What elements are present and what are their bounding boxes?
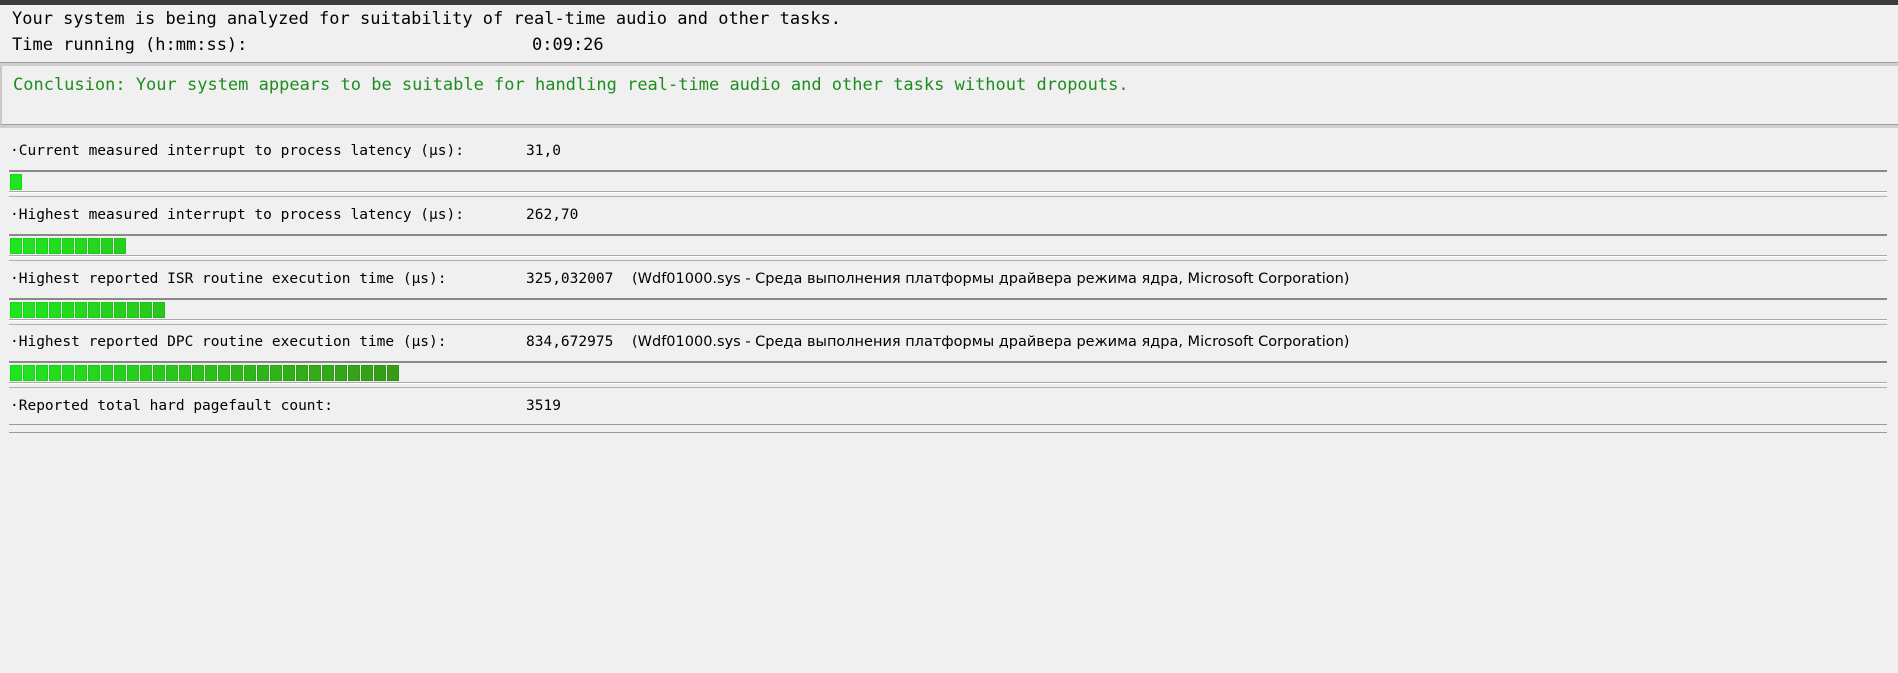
- meter-fill: [10, 174, 23, 190]
- meter-pagefault-count: [9, 424, 1887, 433]
- analysis-status-text: Your system is being analyzed for suitab…: [12, 9, 842, 29]
- meter-segment: [179, 365, 191, 381]
- metric-value-highest-latency: 262,70: [526, 207, 579, 223]
- meter-highest-latency: [9, 234, 1887, 261]
- metric-value-pagefault-count: 3519: [526, 398, 561, 414]
- meter-segment: [75, 238, 87, 254]
- meter-segment: [140, 302, 152, 318]
- meter-segment: [101, 365, 113, 381]
- meter-segment: [49, 238, 61, 254]
- meter-current-latency: [9, 170, 1887, 197]
- meter-fill: [10, 365, 400, 381]
- meter-segment: [348, 365, 360, 381]
- meter-segment: [231, 365, 243, 381]
- meter-segment: [23, 302, 35, 318]
- meter-segment: [283, 365, 295, 381]
- meter-fill: [10, 238, 127, 254]
- meter-segment: [75, 302, 87, 318]
- meter-segment: [166, 365, 178, 381]
- meter-isr-time: [9, 298, 1887, 325]
- meter-fill: [10, 302, 166, 318]
- meter-segment: [192, 365, 204, 381]
- meter-segment: [127, 365, 139, 381]
- meter-segment: [88, 365, 100, 381]
- meter-segment: [114, 238, 126, 254]
- meter-segment: [62, 238, 74, 254]
- meter-segment: [218, 365, 230, 381]
- metric-value-isr-time: 325,032007: [526, 271, 614, 287]
- meter-segment: [335, 365, 347, 381]
- meter-segment: [62, 302, 74, 318]
- meter-segment: [36, 302, 48, 318]
- meter-segment: [244, 365, 256, 381]
- meter-segment: [296, 365, 308, 381]
- meter-segment: [62, 365, 74, 381]
- meter-segment: [10, 365, 22, 381]
- meter-segment: [10, 238, 22, 254]
- meter-segment: [127, 302, 139, 318]
- metric-value-dpc-time: 834,672975: [526, 334, 614, 350]
- time-running-label: Time running (h:mm:ss):: [12, 35, 248, 55]
- meter-segment: [88, 238, 100, 254]
- meter-segment: [101, 238, 113, 254]
- meter-segment: [114, 365, 126, 381]
- meter-segment: [36, 365, 48, 381]
- metric-note-dpc-driver: (Wdf01000.sys - Среда выполнения платфор…: [632, 334, 1350, 350]
- meter-segment: [322, 365, 334, 381]
- meter-segment: [23, 365, 35, 381]
- meter-segment: [49, 365, 61, 381]
- metric-note-isr-driver: (Wdf01000.sys - Среда выполнения платфор…: [632, 271, 1350, 287]
- meter-segment: [309, 365, 321, 381]
- metric-label-dpc-time: ·Highest reported DPC routine execution …: [10, 334, 447, 350]
- time-running-value: 0:09:26: [532, 35, 604, 55]
- meter-segment: [10, 302, 22, 318]
- meter-dpc-time: [9, 361, 1887, 388]
- meter-segment: [23, 238, 35, 254]
- meter-segment: [205, 365, 217, 381]
- meter-segment: [88, 302, 100, 318]
- conclusion-text: Conclusion: Your system appears to be su…: [13, 75, 1129, 95]
- meter-segment: [153, 302, 165, 318]
- metric-label-current-latency: ·Current measured interrupt to process l…: [10, 143, 464, 159]
- meter-segment: [114, 302, 126, 318]
- meter-segment: [101, 302, 113, 318]
- meter-segment: [36, 238, 48, 254]
- metric-value-current-latency: 31,0: [526, 143, 561, 159]
- meter-segment: [361, 365, 373, 381]
- status-panel: Your system is being analyzed for suitab…: [0, 5, 1898, 63]
- meter-segment: [140, 365, 152, 381]
- metric-label-isr-time: ·Highest reported ISR routine execution …: [10, 271, 447, 287]
- conclusion-panel: Conclusion: Your system appears to be su…: [0, 66, 1898, 125]
- meter-segment: [374, 365, 386, 381]
- meter-segment: [75, 365, 87, 381]
- meter-segment: [257, 365, 269, 381]
- meter-segment: [153, 365, 165, 381]
- meter-segment: [49, 302, 61, 318]
- meter-segment: [270, 365, 282, 381]
- meter-segment: [387, 365, 399, 381]
- metric-label-highest-latency: ·Highest measured interrupt to process l…: [10, 207, 464, 223]
- meter-segment: [10, 174, 22, 190]
- metric-label-pagefault-count: ·Reported total hard pagefault count:: [10, 398, 334, 414]
- metrics-panel: ·Current measured interrupt to process l…: [0, 128, 1898, 673]
